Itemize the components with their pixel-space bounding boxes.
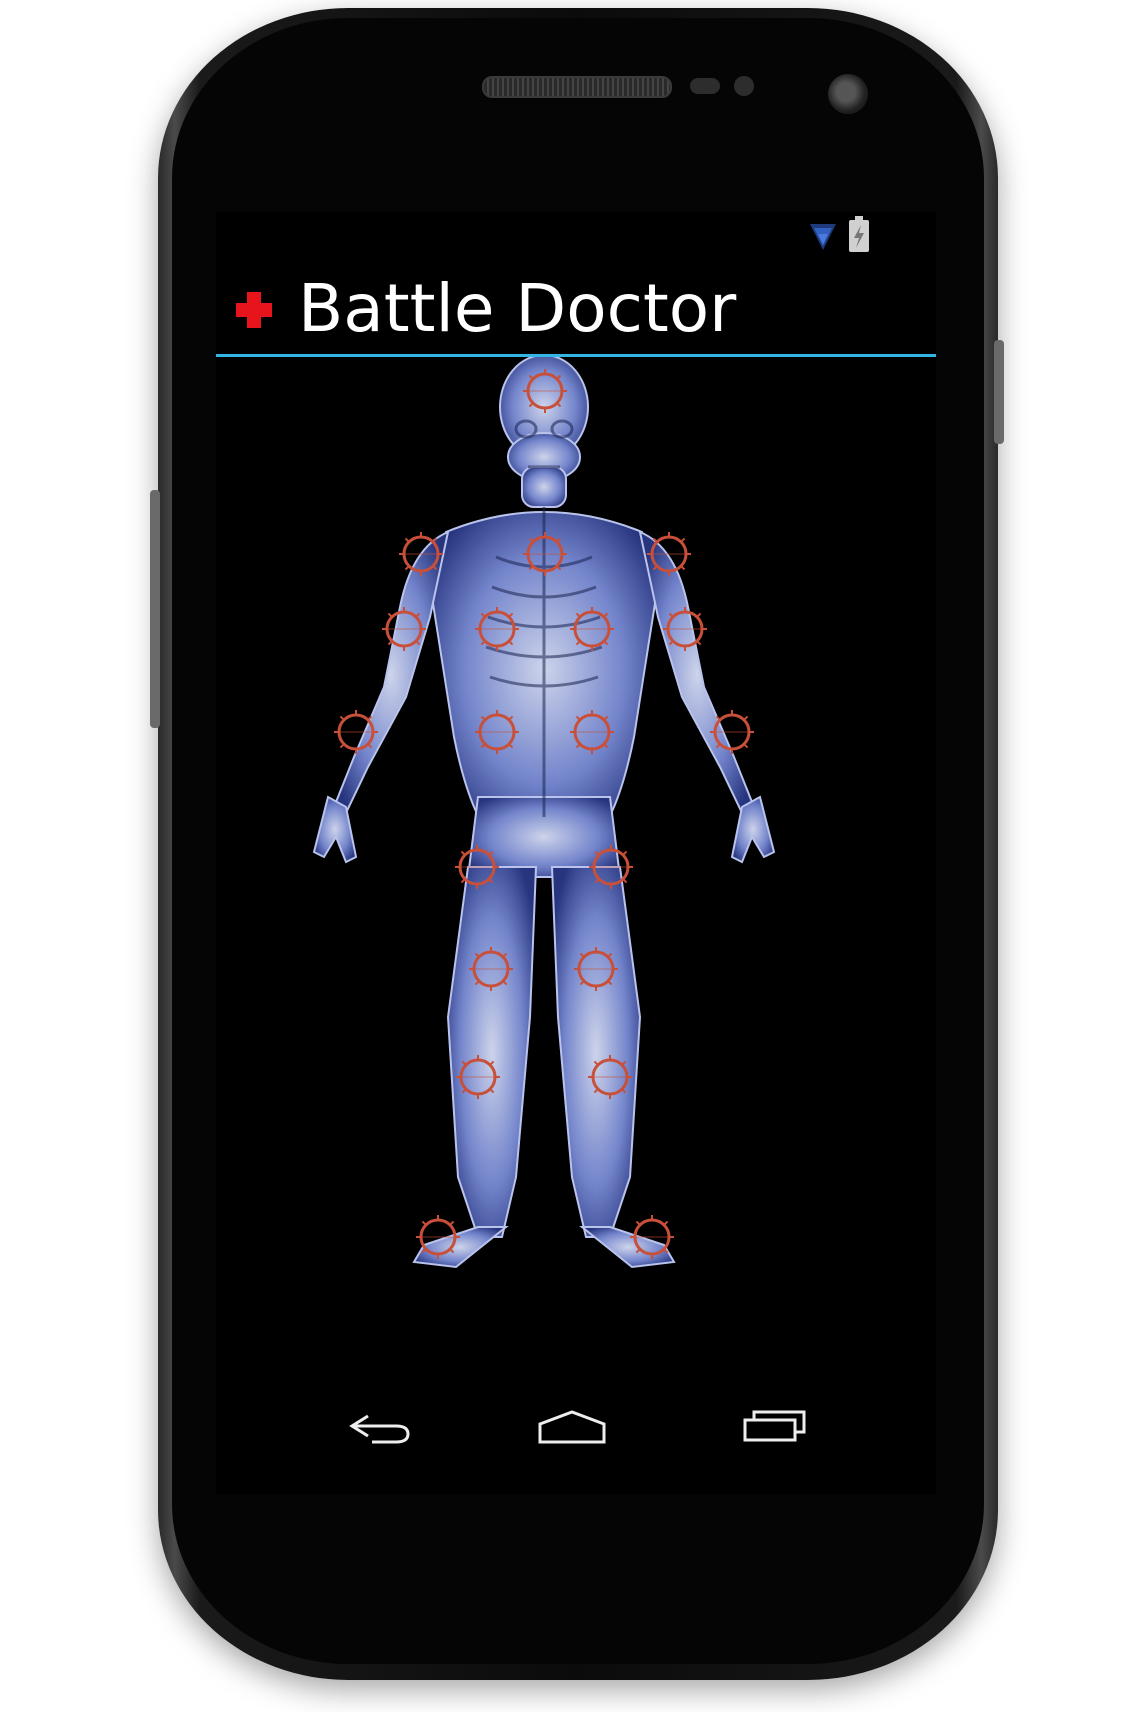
hotspot-left-shin[interactable] xyxy=(588,1055,632,1099)
target-ring-tick xyxy=(404,565,410,571)
target-ring-tick xyxy=(743,715,749,721)
target-ring-tick xyxy=(387,612,393,618)
home-icon xyxy=(538,1410,606,1444)
volume-button xyxy=(150,490,160,728)
hotspot-left-shoulder[interactable] xyxy=(647,532,691,576)
status-bar xyxy=(216,212,936,263)
hotspot-head[interactable] xyxy=(523,369,567,413)
target-ring-tick xyxy=(622,878,628,884)
target-ring-tick xyxy=(663,1220,669,1226)
battery-charging-icon xyxy=(849,216,869,252)
front-camera xyxy=(828,74,868,114)
screen: Battle Doctor xyxy=(216,212,936,1494)
target-ring-tick xyxy=(404,537,410,543)
hotspot-right-shin[interactable] xyxy=(456,1055,500,1099)
wifi-icon xyxy=(810,224,836,250)
hotspot-left-thigh[interactable] xyxy=(589,845,633,889)
target-ring-tick xyxy=(622,850,628,856)
target-ring-tick xyxy=(387,640,393,646)
app-title: Battle Doctor xyxy=(298,270,737,347)
hotspot-left-upper-arm[interactable] xyxy=(663,607,707,651)
hotspot-right-abdomen[interactable] xyxy=(475,710,519,754)
hotspot-right-foot[interactable] xyxy=(416,1215,460,1259)
recent-apps-button[interactable] xyxy=(692,1360,852,1494)
navigation-bar xyxy=(216,1360,936,1494)
earpiece-speaker xyxy=(482,76,672,98)
hotspot-left-abdomen[interactable] xyxy=(570,710,614,754)
target-ring-tick xyxy=(680,537,686,543)
hotspot-left-knee[interactable] xyxy=(574,947,618,991)
back-icon xyxy=(349,1414,410,1444)
target-ring-tick xyxy=(339,743,345,749)
power-button xyxy=(994,340,1004,444)
target-ring-tick xyxy=(635,1220,641,1226)
back-button[interactable] xyxy=(300,1360,460,1494)
target-ring-tick xyxy=(696,612,702,618)
recent-apps-icon xyxy=(743,1410,806,1442)
hotspot-right-thigh[interactable] xyxy=(455,845,499,889)
target-ring-tick xyxy=(449,1220,455,1226)
target-ring-tick xyxy=(460,850,466,856)
hotspot-right-forearm[interactable] xyxy=(334,710,378,754)
hotspot-right-chest[interactable] xyxy=(475,607,519,651)
target-ring-tick xyxy=(460,878,466,884)
target-ring-tick xyxy=(680,565,686,571)
target-ring-tick xyxy=(696,640,702,646)
light-sensor xyxy=(734,76,754,96)
target-ring-tick xyxy=(743,743,749,749)
hotspot-chest[interactable] xyxy=(523,532,567,576)
red-cross-icon xyxy=(236,292,272,328)
action-bar: Battle Doctor xyxy=(216,262,936,357)
target-ring-tick xyxy=(421,1220,427,1226)
body-map xyxy=(216,357,936,1360)
hotspot-left-forearm[interactable] xyxy=(710,710,754,754)
hotspot-left-foot[interactable] xyxy=(630,1215,674,1259)
target-ring-tick xyxy=(339,715,345,721)
hotspot-right-knee[interactable] xyxy=(469,947,513,991)
proximity-sensor xyxy=(690,78,720,94)
hotspot-right-upper-arm[interactable] xyxy=(382,607,426,651)
home-button[interactable] xyxy=(488,1360,664,1494)
xray-human-body xyxy=(312,357,776,1269)
hotspot-right-shoulder[interactable] xyxy=(399,532,443,576)
hotspot-left-chest[interactable] xyxy=(570,607,614,651)
